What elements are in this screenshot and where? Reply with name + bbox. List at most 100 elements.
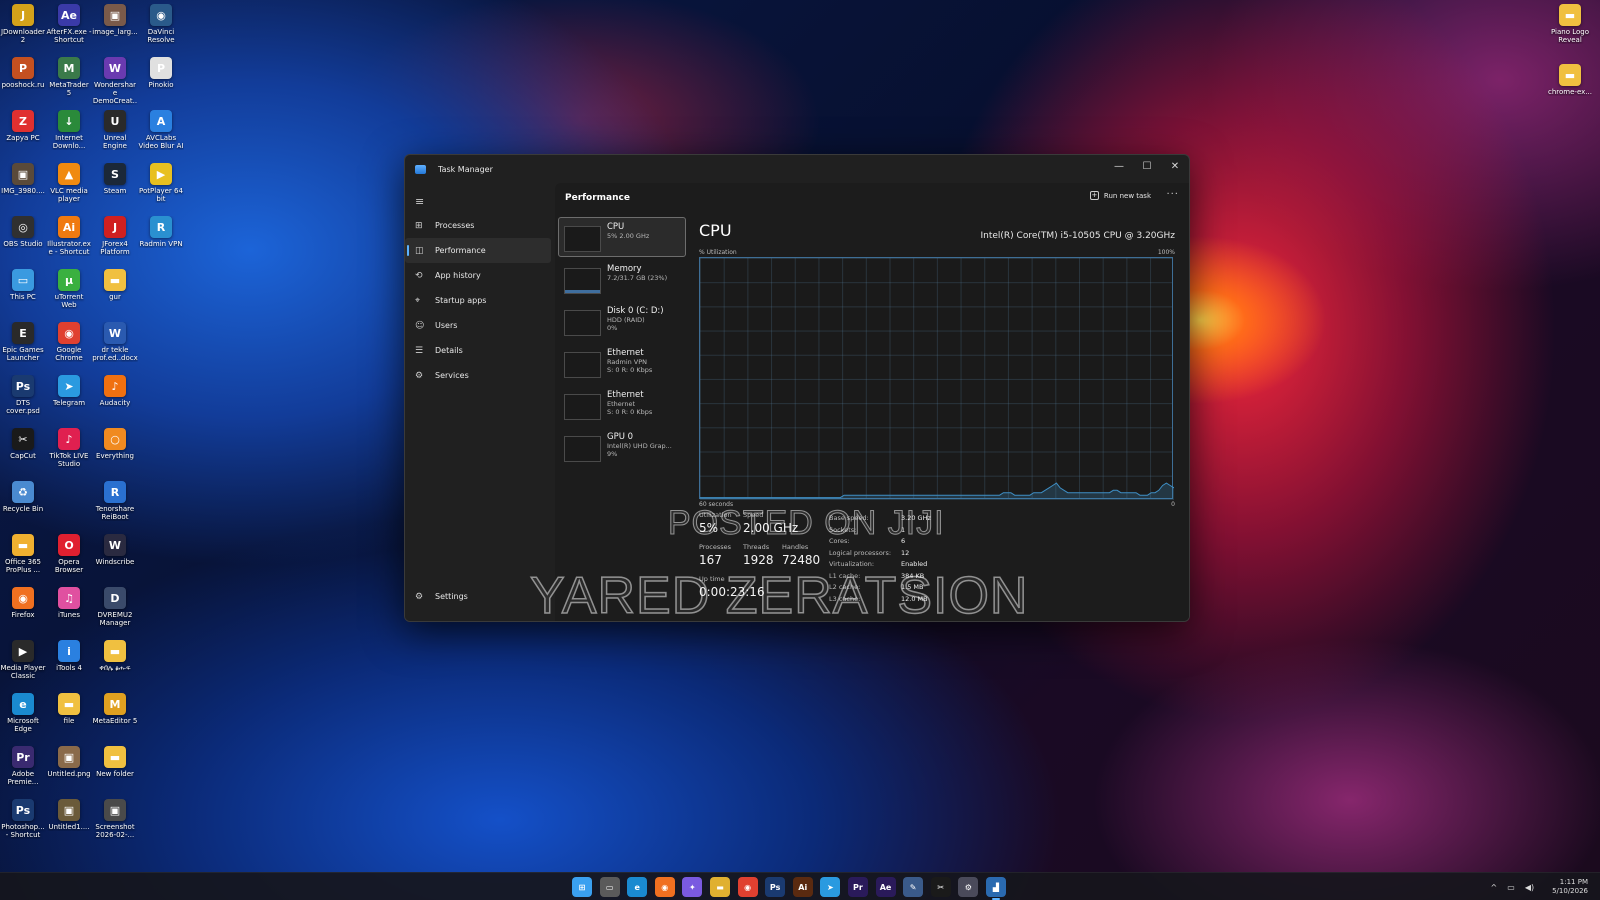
- desktop-icon-itools-4[interactable]: i iTools 4: [46, 640, 92, 693]
- desktop-icon-image-larg[interactable]: ▣ image_larg...: [92, 4, 138, 57]
- taskbar-after-effects-icon[interactable]: Ae: [875, 877, 896, 897]
- desktop-icon-capcut[interactable]: ✂ CapCut: [0, 428, 46, 481]
- taskbar-paint-icon[interactable]: ✎: [903, 877, 924, 897]
- sidebar-item-startup-apps[interactable]: ⌖ Startup apps: [405, 288, 551, 313]
- taskbar-telegram-icon[interactable]: ➤: [820, 877, 841, 897]
- taskbar-folder-icon[interactable]: ▬: [709, 877, 730, 897]
- radmin-vpn-icon: R: [150, 216, 172, 238]
- taskbar-file-explorer-icon[interactable]: ▭: [599, 877, 620, 897]
- device-item-gpu[interactable]: GPU 0 Intel(R) UHD Grap... 9%: [558, 427, 686, 467]
- desktop-icon-windscribe[interactable]: W Windscribe: [92, 534, 138, 587]
- desktop-icon-this-pc[interactable]: ▭ This PC: [0, 269, 46, 322]
- sidebar-nav: ⊞ Processes ◫ Performance ⟲ App history …: [405, 213, 555, 388]
- desktop-icon-pinokio[interactable]: P Pinokio: [138, 57, 184, 110]
- sidebar-item-users[interactable]: ☺ Users: [405, 313, 551, 338]
- taskbar-chrome-icon[interactable]: ◉: [737, 877, 758, 897]
- taskbar-premiere-icon[interactable]: Pr: [847, 877, 868, 897]
- desktop-icon-untitled1[interactable]: ▣ Untitled1....: [46, 799, 92, 852]
- desktop-icon-radmin-vpn[interactable]: R Radmin VPN: [138, 216, 184, 269]
- close-button[interactable]: ✕: [1161, 155, 1189, 177]
- title-bar[interactable]: Task Manager — ☐ ✕: [405, 155, 1189, 183]
- desktop-icon-jforex4-platform[interactable]: J JForex4 Platform: [92, 216, 138, 269]
- desktop-icon-piano-logo-reveal[interactable]: ▬ Piano Logo Reveal: [1540, 4, 1600, 44]
- device-item-disk[interactable]: Disk 0 (C: D:) HDD (RAID) 0%: [558, 301, 686, 341]
- desktop-icon-metatrader-5[interactable]: M MetaTrader 5: [46, 57, 92, 110]
- hamburger-menu-icon[interactable]: ≡: [415, 195, 424, 208]
- sidebar-item-performance[interactable]: ◫ Performance: [405, 238, 551, 263]
- device-item-ethernet-vpn[interactable]: Ethernet Radmin VPN S: 0 R: 0 Kbps: [558, 343, 686, 383]
- desktop-icon-tiktok-live-studio[interactable]: ♪ TikTok LIVE Studio: [46, 428, 92, 481]
- desktop-icon-grid: J JDownloader 2 Ae AfterFX.exe - Shortcut ▣ i…: [0, 0, 190, 855]
- desktop-icon-dts-cover-psd[interactable]: Ps DTS cover.psd: [0, 375, 46, 428]
- device-item-cpu[interactable]: CPU 5% 2.00 GHz: [558, 217, 686, 257]
- desktop-icon-wondershare-democreat[interactable]: WWondershare DemoCreat...: [92, 57, 138, 110]
- desktop-icon-recycle-bin[interactable]: ♻ Recycle Bin: [0, 481, 46, 534]
- desktop-icon-obs-studio[interactable]: ◎ OBS Studio: [0, 216, 46, 269]
- desktop-icon-steam[interactable]: S Steam: [92, 163, 138, 216]
- desktop-icon-media-player-classic[interactable]: ▶ Media Player Classic: [0, 640, 46, 693]
- desktop-icon-google-chrome[interactable]: ◉ Google Chrome: [46, 322, 92, 375]
- desktop-icon-pooshock-ru[interactable]: Ppooshock.ru: [0, 57, 46, 110]
- sidebar-item-processes[interactable]: ⊞ Processes: [405, 213, 551, 238]
- taskbar-start-icon[interactable]: ⊞: [572, 877, 592, 897]
- taskbar-capcut-icon[interactable]: ✂: [930, 877, 951, 897]
- desktop-icon-davinci-resolve[interactable]: ◉ DaVinci Resolve: [138, 4, 184, 57]
- network-icon[interactable]: ▭: [1507, 883, 1515, 892]
- desktop-icon-unreal-engine[interactable]: U Unreal Engine: [92, 110, 138, 163]
- desktop-icon-microsoft-edge[interactable]: e Microsoft Edge: [0, 693, 46, 746]
- taskbar-copilot-icon[interactable]: ✦: [682, 877, 703, 897]
- desktop-icon-dr-tekle-prof-ed-docx[interactable]: Wdr tekle prof.ed..docx: [92, 322, 138, 375]
- desktop-icon-office-365-proplus[interactable]: ▬ Office 365 ProPlus ...: [0, 534, 46, 587]
- desktop-icon-itunes[interactable]: ♫ iTunes: [46, 587, 92, 640]
- desktop-icon-label: Pinokio: [148, 81, 174, 89]
- tray-chevron-icon[interactable]: ^: [1491, 883, 1498, 892]
- desktop-icon-firefox[interactable]: ◉ Firefox: [0, 587, 46, 640]
- sidebar-item-services[interactable]: ⚙ Services: [405, 363, 551, 388]
- taskbar-task-manager-icon[interactable]: ▟: [985, 877, 1006, 900]
- desktop-icon-new-folder[interactable]: ▬ New folder: [92, 746, 138, 799]
- desktop-icon-potplayer-64-bit[interactable]: ▶ PotPlayer 64 bit: [138, 163, 184, 216]
- desktop-icon-metaeditor-5[interactable]: M MetaEditor 5: [92, 693, 138, 746]
- sidebar-item-details[interactable]: ☰ Details: [405, 338, 551, 363]
- taskbar-illustrator-icon[interactable]: Ai: [792, 877, 813, 897]
- desktop-icon-chrome-ex[interactable]: ▬ chrome-ex...: [1540, 64, 1600, 96]
- desktop-icon-audacity[interactable]: ♪ Audacity: [92, 375, 138, 428]
- desktop-icon-screenshot-2026-02[interactable]: ▣ Screenshot 2026-02-...: [92, 799, 138, 852]
- desktop-icon-jdownloader-2[interactable]: J JDownloader 2: [0, 4, 46, 57]
- taskbar-photoshop-icon[interactable]: Ps: [765, 877, 786, 897]
- desktop-icon-photoshop-shortcut[interactable]: Ps Photoshop... - Shortcut: [0, 799, 46, 852]
- desktop-icon-afterfx-exe-shortcut[interactable]: Ae AfterFX.exe - Shortcut: [46, 4, 92, 57]
- device-item-ethernet[interactable]: Ethernet Ethernet S: 0 R: 0 Kbps: [558, 385, 686, 425]
- desktop-icon-epic-games-launcher[interactable]: E Epic Games Launcher: [0, 322, 46, 375]
- desktop-icon-tenorshare-reiboot[interactable]: R Tenorshare ReiBoot: [92, 481, 138, 534]
- taskbar-settings-icon[interactable]: ⚙: [958, 877, 979, 897]
- photoshop-shortcut-icon: Ps: [12, 799, 34, 821]
- sidebar-item-app-history[interactable]: ⟲ App history: [405, 263, 551, 288]
- more-options-button[interactable]: ···: [1166, 189, 1179, 200]
- volume-icon[interactable]: ◀): [1525, 883, 1534, 892]
- desktop-icon-dvremu2-manager[interactable]: D DVREMU2 Manager: [92, 587, 138, 640]
- desktop-icon-opera-browser[interactable]: O Opera Browser: [46, 534, 92, 587]
- taskbar-edge-icon[interactable]: e: [627, 877, 648, 897]
- run-new-task-button[interactable]: + Run new task: [1089, 191, 1151, 200]
- desktop-icon-everything[interactable]: ○ Everything: [92, 428, 138, 481]
- desktop-icon-internet-downlo[interactable]: ↓ Internet Downlo...: [46, 110, 92, 163]
- desktop-icon-utorrent-web[interactable]: µ uTorrent Web: [46, 269, 92, 322]
- desktop-icon-vlc-media-player[interactable]: ▲ VLC media player: [46, 163, 92, 216]
- desktop-icon-file[interactable]: ▬ file: [46, 693, 92, 746]
- clock[interactable]: 1:11 PM 5/10/2026: [1552, 878, 1588, 896]
- desktop-icon-illustrator-exe-shortcut[interactable]: Ai Illustrator.exe - Shortcut: [46, 216, 92, 269]
- desktop-icon-adobe-premie[interactable]: Pr Adobe Premie...: [0, 746, 46, 799]
- desktop-icon-avclabs-video-blur-ai[interactable]: A AVCLabs Video Blur AI: [138, 110, 184, 163]
- desktop-icon-telegram[interactable]: ➤ Telegram: [46, 375, 92, 428]
- taskbar-firefox-icon[interactable]: ◉: [654, 877, 675, 897]
- screenshot-2026-02-icon: ▣: [104, 799, 126, 821]
- desktop-icon-gur[interactable]: ▬ gur: [92, 269, 138, 322]
- desktop-icon-img-3980[interactable]: ▣ IMG_3980....: [0, 163, 46, 216]
- desktop-icon-zapya-pc[interactable]: Z Zapya PC: [0, 110, 46, 163]
- desktop-icon-blank[interactable]: ▬ ቀበሌ ፅሑፍ: [92, 640, 138, 693]
- device-item-memory[interactable]: Memory 7.2/31.7 GB (23%): [558, 259, 686, 299]
- maximize-button[interactable]: ☐: [1133, 155, 1161, 177]
- minimize-button[interactable]: —: [1105, 155, 1133, 177]
- desktop-icon-untitled-png[interactable]: ▣ Untitled.png: [46, 746, 92, 799]
